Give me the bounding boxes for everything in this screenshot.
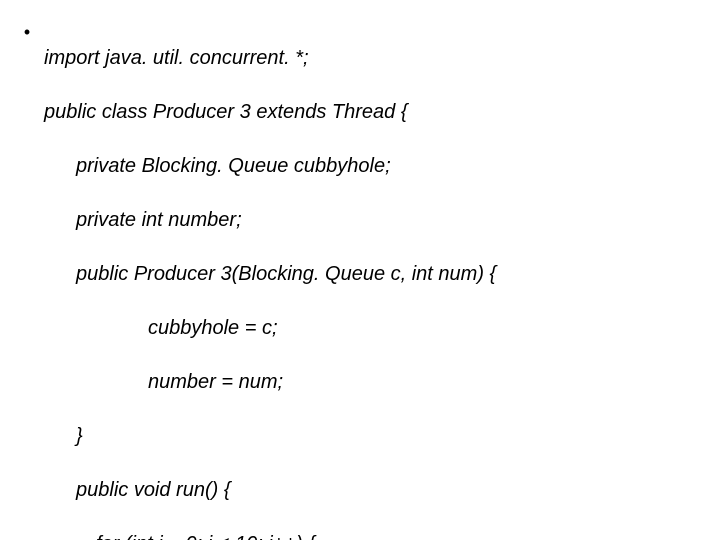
- code-block: import java. util. concurrent. *; public…: [44, 18, 710, 540]
- code-line: private int number;: [44, 207, 710, 234]
- code-line: cubbyhole = c;: [44, 315, 710, 342]
- bullet-item: • import java. util. concurrent. *; publ…: [10, 18, 710, 540]
- code-line: import java. util. concurrent. *;: [44, 45, 710, 72]
- code-line: private Blocking. Queue cubbyhole;: [44, 153, 710, 180]
- slide-content: • import java. util. concurrent. *; publ…: [0, 0, 720, 540]
- bullet-glyph: •: [10, 18, 44, 44]
- code-line: number = num;: [44, 369, 710, 396]
- code-line: public class Producer 3 extends Thread {: [44, 99, 710, 126]
- code-line: public void run() {: [44, 477, 710, 504]
- code-line: }: [44, 423, 710, 450]
- code-line: public Producer 3(Blocking. Queue c, int…: [44, 261, 710, 288]
- code-line: for (int i = 0; i < 10; i++) {: [44, 531, 710, 540]
